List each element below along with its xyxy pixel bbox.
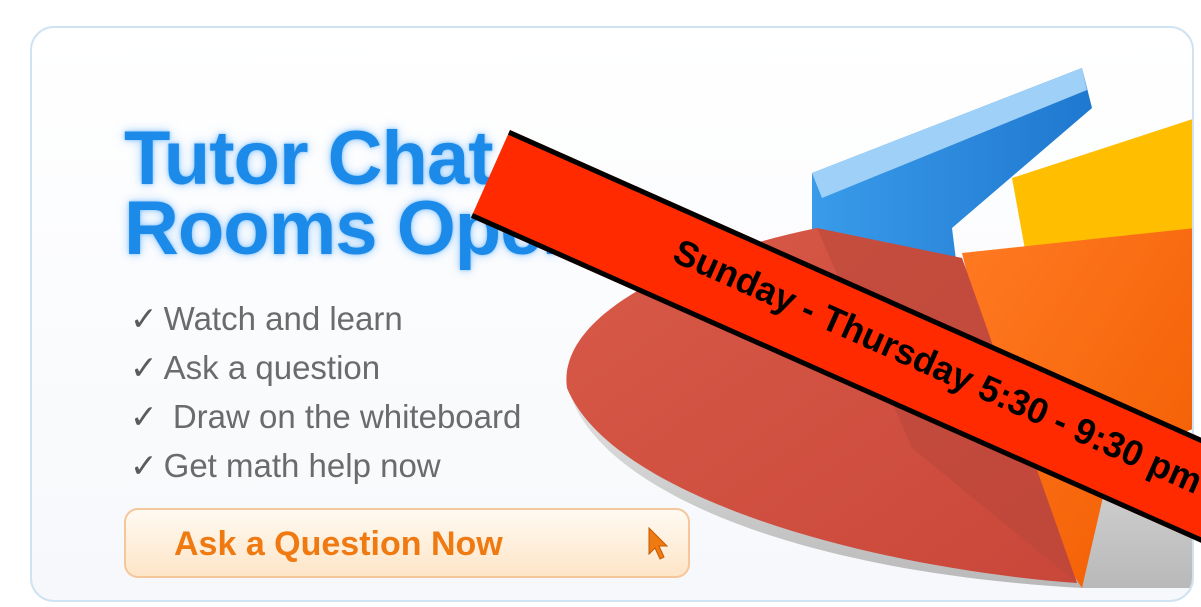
ask-question-button[interactable]: Ask a Question Now [124, 508, 690, 578]
ask-question-button-label: Ask a Question Now [174, 525, 503, 563]
feature-item: ✓ Get math help now [130, 441, 521, 490]
check-icon: ✓ [130, 447, 158, 484]
pointer-arrow-icon [648, 526, 669, 560]
check-icon: ✓ [130, 349, 158, 386]
feature-item: ✓ Draw on the whiteboard [130, 392, 521, 441]
feature-list: ✓ Watch and learn ✓ Ask a question ✓ Draw … [130, 294, 521, 490]
feature-label: Watch and learn [163, 300, 403, 337]
check-icon: ✓ [130, 398, 158, 435]
feature-label: Draw on the whiteboard [163, 398, 522, 435]
feature-label: Ask a question [163, 349, 381, 386]
feature-label: Get math help now [163, 447, 441, 484]
promo-banner: Tutor Chat Rooms Open! ✓ Watch and learn … [30, 26, 1194, 602]
feature-item: ✓ Ask a question [130, 343, 521, 392]
feature-item: ✓ Watch and learn [130, 294, 521, 343]
check-icon: ✓ [130, 300, 158, 337]
